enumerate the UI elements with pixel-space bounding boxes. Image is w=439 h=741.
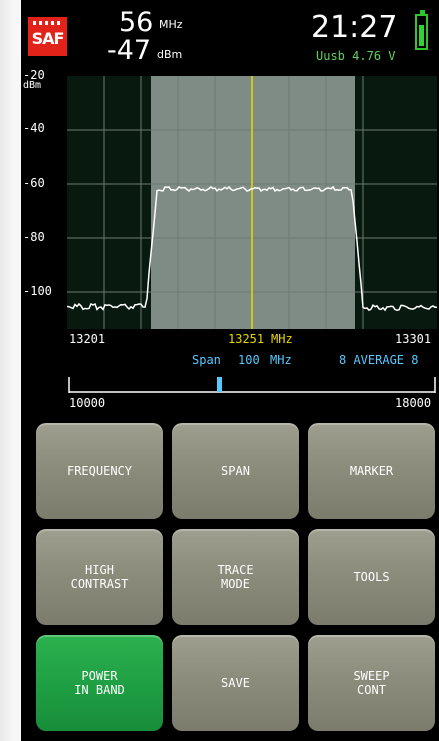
marker-button[interactable]: MARKER	[308, 423, 435, 519]
frequency-unit: MHz	[159, 18, 183, 31]
average-indicator: 8 AVERAGE 8	[339, 353, 419, 367]
span-button[interactable]: SPAN	[172, 423, 299, 519]
saf-logo: SAF	[28, 17, 67, 56]
power-unit: dBm	[157, 48, 183, 61]
trace-mode-button[interactable]: TRACE MODE	[172, 529, 299, 625]
clock: 21:27	[311, 10, 398, 45]
y-tick-label: -60	[23, 176, 45, 190]
frequency-readout: 56	[119, 7, 154, 38]
logo-text: SAF	[31, 29, 65, 48]
usb-voltage: Uusb 4.76 V	[316, 49, 396, 63]
range-end-label: 18000	[395, 396, 432, 410]
high-contrast-button[interactable]: HIGH CONTRAST	[36, 529, 163, 625]
x-center-unit: MHz	[271, 332, 293, 346]
battery-icon	[415, 10, 428, 50]
power-in-band-button[interactable]: POWER IN BAND	[36, 635, 163, 731]
analyzer-screen: SAF 56 MHz -47 dBm 21:27 Uusb 4.76 V -20…	[21, 0, 439, 741]
range-start-label: 10000	[69, 396, 106, 410]
y-tick-label: -80	[23, 230, 45, 244]
span-position-marker[interactable]	[217, 377, 222, 392]
tools-button[interactable]: TOOLS	[308, 529, 435, 625]
y-tick-label: -100	[23, 284, 52, 298]
x-end-label: 13301	[395, 332, 432, 346]
span-label: Span	[192, 353, 221, 367]
save-button[interactable]: SAVE	[172, 635, 299, 731]
y-tick-label: -40	[23, 121, 45, 135]
frequency-range-bar[interactable]	[67, 373, 437, 398]
sweep-cont-button[interactable]: SWEEP CONT	[308, 635, 435, 731]
span-value: 100	[238, 353, 260, 367]
x-center-label: 13251	[228, 332, 265, 346]
span-unit: MHz	[270, 353, 292, 367]
frequency-button[interactable]: FREQUENCY	[36, 423, 163, 519]
spectrum-plot[interactable]	[66, 76, 438, 329]
x-start-label: 13201	[69, 332, 106, 346]
y-unit-label: dBm	[23, 80, 42, 91]
power-readout: -47	[107, 35, 152, 66]
spectrum-svg	[66, 76, 438, 329]
power-in-band-highlight	[151, 76, 355, 329]
